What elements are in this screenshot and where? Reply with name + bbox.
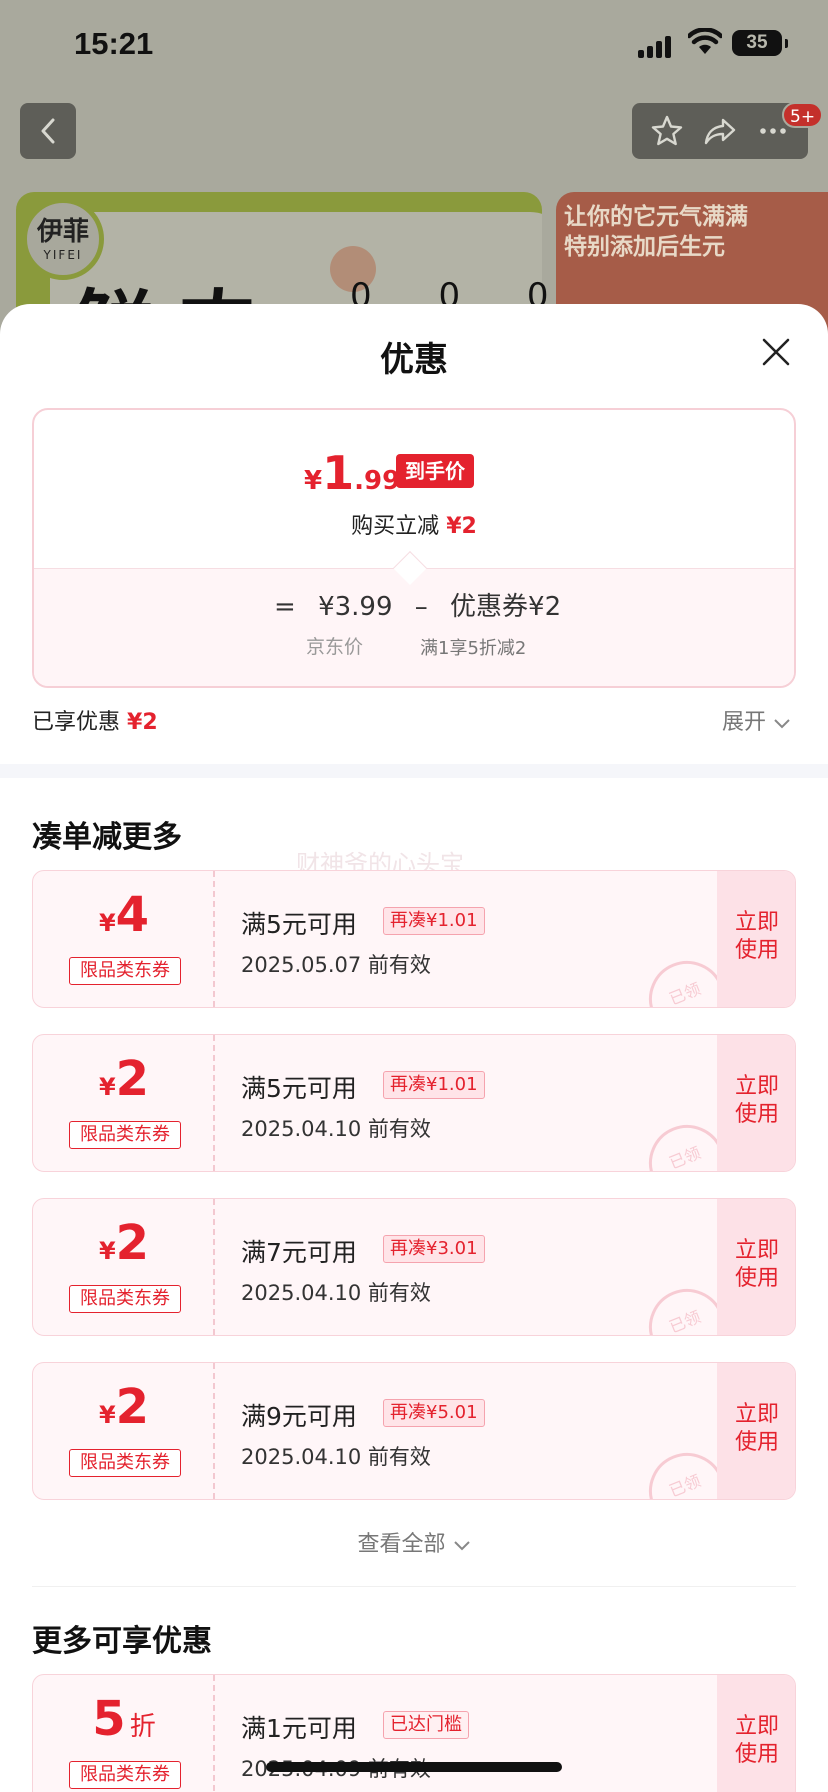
coupon-condition: 满1元可用 [241,1714,357,1743]
coupon-card: ¥4 限品类东券 满5元可用 再凑¥1.01 2025.05.07 前有效 已领… [32,870,796,1008]
coupon-condition: 满9元可用 [241,1402,357,1431]
price-breakdown-card: ¥1.99 到手价 购买立减 ¥2 = ¥3.99 – 优惠券¥2 京东价 满1… [32,408,796,688]
coupon-amount: ¥2 [98,1215,150,1271]
battery-icon: 35 [732,30,788,56]
share-icon[interactable] [703,114,737,148]
chevron-left-icon [41,118,55,144]
coupon-card: ¥2 限品类东券 满9元可用 再凑¥5.01 2025.04.10 前有效 已领… [32,1362,796,1500]
home-indicator [266,1762,562,1772]
price-formula: = ¥3.99 – 优惠券¥2 [274,592,562,622]
status-bar: 15:21 35 [0,0,828,92]
use-now-button[interactable]: 立即 使用 [717,1363,795,1499]
instant-cut-line: 购买立减 ¥2 [351,514,477,539]
jd-price-label: 京东价 [306,636,364,658]
discount-sheet: 优惠 ¥1.99 到手价 购买立减 ¥2 = ¥3.99 – 优惠券¥2 京东价… [0,304,828,1792]
final-price: ¥1.99 [304,446,401,500]
close-icon[interactable] [758,334,794,370]
section-title-enjoy: 更多可享优惠 [32,1624,212,1659]
expand-button[interactable]: 展开 [722,704,791,736]
jd-price: ¥3.99 [318,592,393,622]
coupon-amount: 5折 [92,1691,156,1747]
coupon-condition: 满5元可用 [241,1074,357,1103]
chevron-down-icon [774,719,790,729]
coupon-type-tag: 限品类东券 [69,1449,181,1477]
use-now-button[interactable]: 立即 使用 [717,871,795,1007]
section-title-more: 凑单减更多 [32,820,182,855]
coupon-deduction: 优惠券¥2 [450,592,562,622]
coupon-amount: ¥2 [98,1379,150,1435]
coupon-expiry: 2025.04.10 前有效 [241,1117,431,1141]
coupon-type-tag: 限品类东券 [69,957,181,985]
star-icon[interactable] [650,114,684,148]
use-now-button[interactable]: 立即 使用 [717,1675,795,1792]
wifi-icon [688,28,722,54]
coupon-amount: ¥4 [98,887,150,943]
coupon-type-tag: 限品类东券 [69,1761,181,1789]
use-now-button[interactable]: 立即 使用 [717,1199,795,1335]
coupon-add-more-tag: 再凑¥1.01 [383,907,485,935]
coupon-condition: 满7元可用 [241,1238,357,1267]
coupon-condition: 满1享5折减2 [420,638,527,659]
coupon-condition: 满5元可用 [241,910,357,939]
notification-badge: 5+ [782,102,824,128]
coupon-add-more-tag: 再凑¥1.01 [383,1071,485,1099]
back-button[interactable] [20,103,76,159]
coupon-expiry: 2025.04.10 前有效 [241,1281,431,1305]
coupon-type-tag: 限品类东券 [69,1121,181,1149]
chevron-down-icon [453,1541,470,1551]
coupon-add-more-tag: 再凑¥3.01 [383,1235,485,1263]
status-time: 15:21 [74,26,154,61]
cellular-signal-icon [638,36,674,58]
sheet-title: 优惠 [380,340,448,380]
section-divider [0,764,828,778]
coupon-amount: ¥2 [98,1051,150,1107]
coupon-card: 5折 限品类东券 满1元可用 已达门槛 2025.04.09 前有效 立即 使用 [32,1674,796,1792]
divider [32,1586,796,1587]
coupon-card: ¥2 限品类东券 满5元可用 再凑¥1.01 2025.04.10 前有效 已领… [32,1034,796,1172]
coupon-type-tag: 限品类东券 [69,1285,181,1313]
coupon-add-more-tag: 再凑¥5.01 [383,1399,485,1427]
use-now-button[interactable]: 立即 使用 [717,1035,795,1171]
threshold-reached-tag: 已达门槛 [383,1711,469,1739]
view-all-button[interactable]: 查看全部 [0,1526,828,1558]
coupon-expiry: 2025.05.07 前有效 [241,953,431,977]
enjoyed-discount: 已享优惠 ¥2 [32,710,158,735]
coupon-card: ¥2 限品类东券 满7元可用 再凑¥3.01 2025.04.10 前有效 已领… [32,1198,796,1336]
final-price-tag: 到手价 [396,454,474,488]
coupon-expiry: 2025.04.10 前有效 [241,1445,431,1469]
